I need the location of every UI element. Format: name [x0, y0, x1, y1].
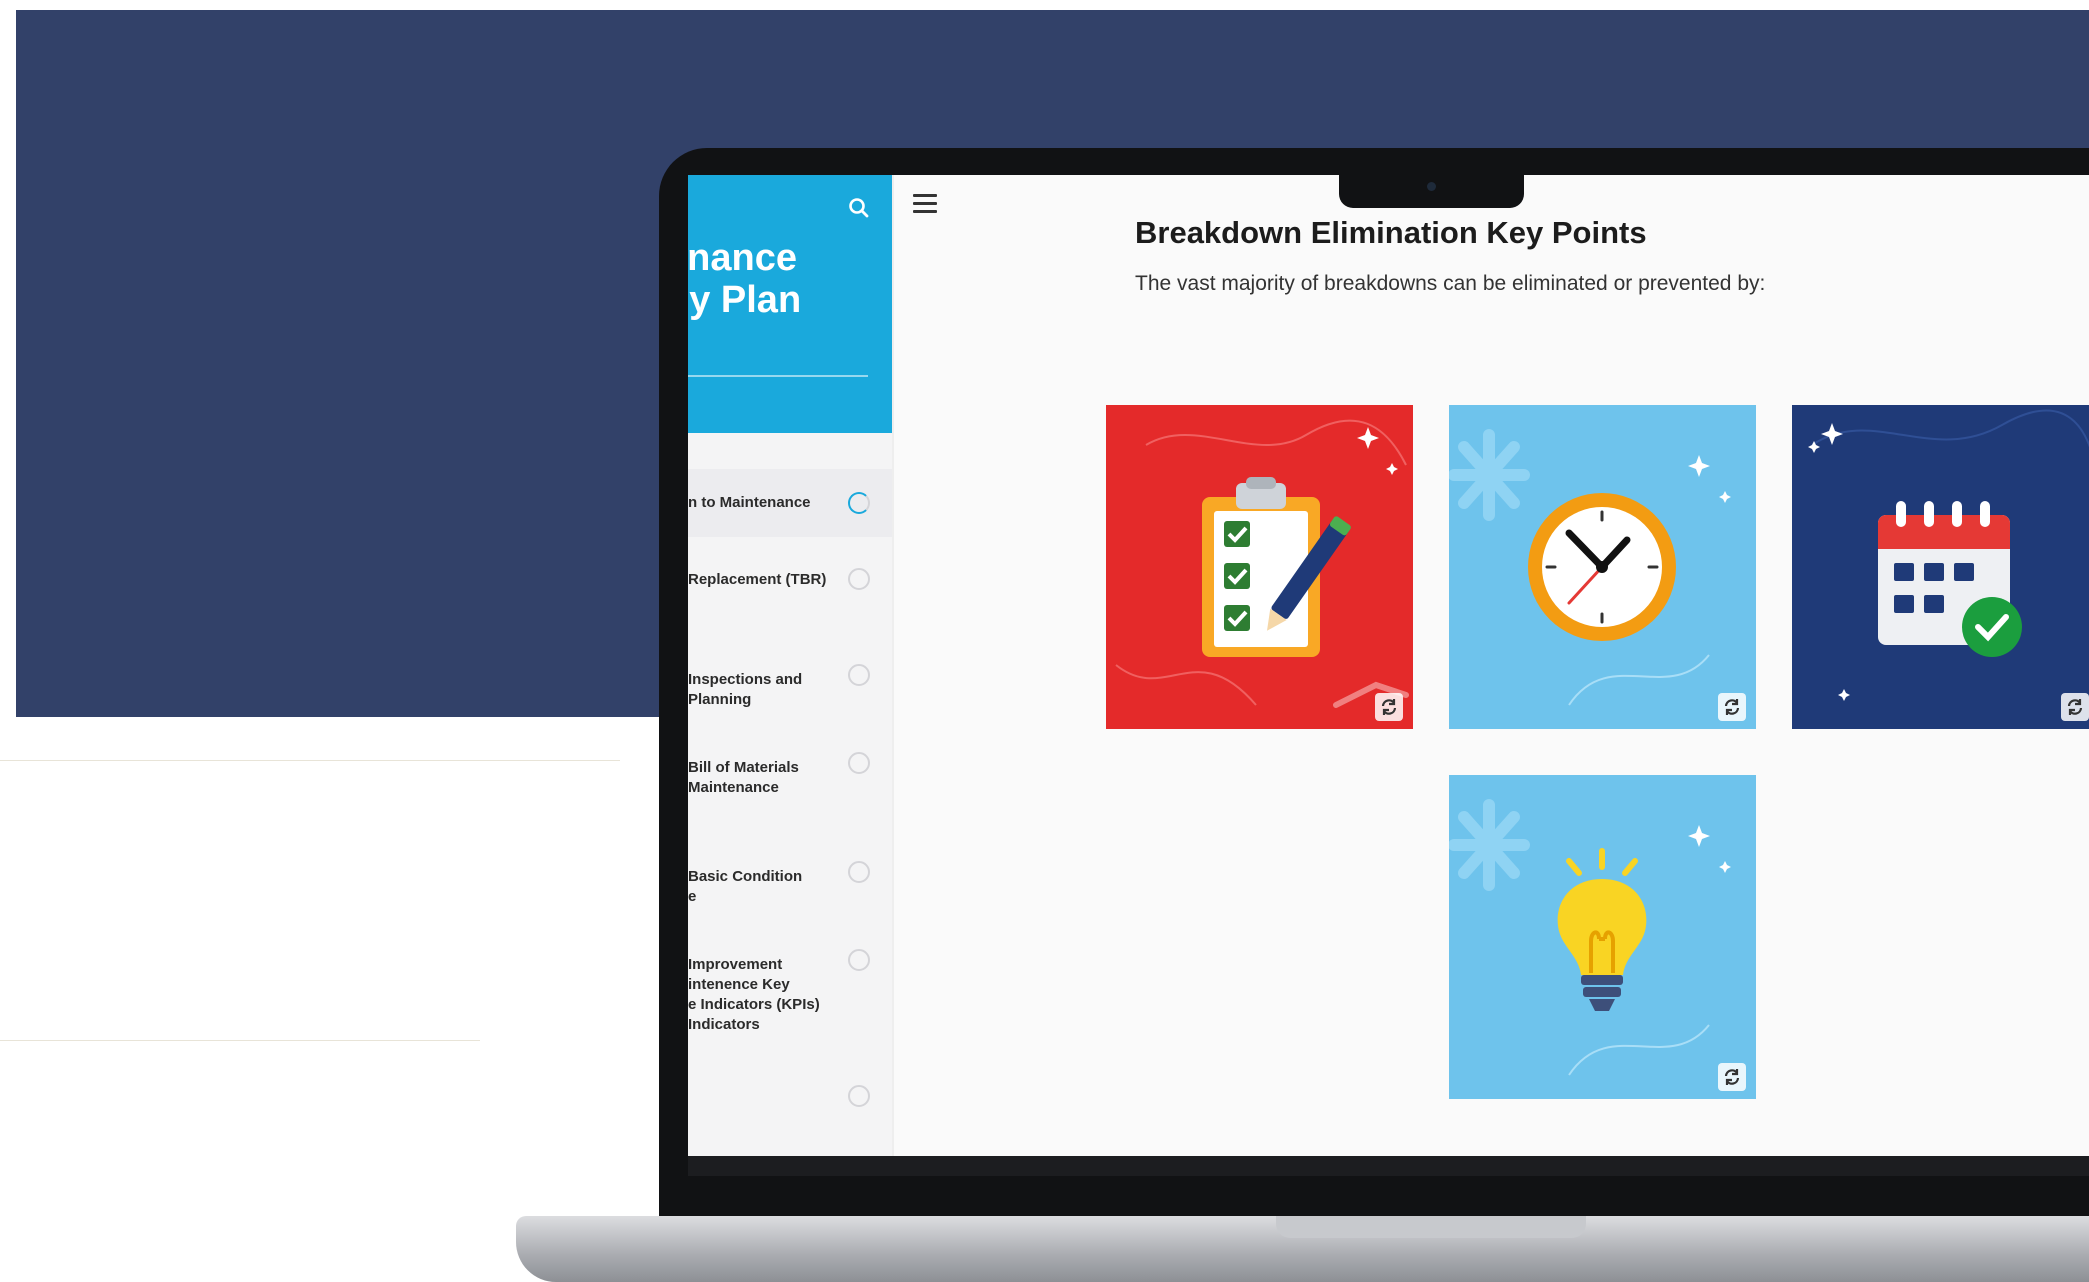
sidebar-item-5[interactable]: Basic Condition e: [688, 861, 892, 917]
refresh-icon: [1724, 699, 1740, 715]
lightbulb-icon: [1449, 799, 1731, 1076]
search-icon: [849, 198, 869, 218]
laptop-bottom-bezel: [688, 1156, 2089, 1176]
progress-rule: [688, 375, 868, 377]
sidebar-item-label: Inspections and Planning: [688, 671, 803, 708]
course-title-line-2: gy Plan: [688, 279, 802, 321]
sidebar-item-label: Basic Condition e: [688, 868, 803, 905]
camera-notch: [1339, 170, 1524, 208]
flip-card-button[interactable]: [1375, 693, 1403, 721]
decorative-line: [0, 760, 620, 761]
flip-card-button[interactable]: [2061, 693, 2089, 721]
flip-card-button[interactable]: [1718, 1063, 1746, 1091]
course-title-line-1: enance: [688, 237, 797, 279]
refresh-icon: [1724, 1069, 1740, 1085]
sidebar-item-label: Bill of Materials Maintenance: [688, 759, 799, 796]
progress-indicator-icon: [848, 752, 870, 774]
progress-indicator-icon: [848, 1085, 870, 1107]
page-title: Breakdown Elimination Key Points: [1135, 215, 1647, 250]
progress-indicator-icon: [848, 949, 870, 971]
flip-card-checklist[interactable]: [1106, 405, 1413, 729]
flip-card-lightbulb[interactable]: [1449, 775, 1756, 1099]
sidebar-item-label: Improvement intenence Key e Indicators (…: [688, 956, 820, 1033]
flip-card-button[interactable]: [1718, 693, 1746, 721]
search-button[interactable]: [844, 193, 874, 223]
progress-indicator-icon: [848, 861, 870, 883]
progress-indicator-icon: [848, 492, 870, 514]
page-subtitle: The vast majority of breakdowns can be e…: [1135, 272, 1766, 295]
sidebar-item-label: Replacement (TBR): [688, 571, 827, 588]
refresh-icon: [2067, 699, 2083, 715]
course-title: enance gy Plan: [688, 237, 892, 321]
hamburger-icon-bar: [913, 210, 937, 213]
sidebar-item-6[interactable]: Improvement intenence Key e Indicators (…: [688, 949, 892, 1045]
clock-icon: [1449, 429, 1731, 706]
flip-card-clock[interactable]: [1449, 405, 1756, 729]
hamburger-icon: [913, 194, 937, 197]
course-sidebar: enance gy Plan n to Maintenance Replacem…: [688, 175, 892, 1156]
progress-indicator-icon: [848, 664, 870, 686]
flip-card-calendar[interactable]: [1792, 405, 2089, 729]
laptop-base-notch: [1276, 1216, 1586, 1238]
sidebar-item-label: n to Maintenance: [688, 494, 811, 511]
sidebar-divider: [892, 175, 894, 1156]
sidebar-item-1[interactable]: n to Maintenance: [688, 469, 892, 537]
decorative-line: [0, 1040, 480, 1041]
refresh-icon: [1381, 699, 1397, 715]
menu-button[interactable]: [910, 189, 940, 219]
progress-indicator-icon: [848, 568, 870, 590]
hamburger-icon-bar: [913, 202, 937, 205]
sidebar-header: enance gy Plan: [688, 175, 892, 433]
sidebar-item-4[interactable]: Bill of Materials Maintenance: [688, 752, 892, 808]
sidebar-item-7[interactable]: [688, 1081, 892, 1121]
calendar-check-icon: [1808, 409, 2089, 701]
clipboard-checklist-icon: [1115, 419, 1409, 708]
sidebar-item-2[interactable]: Replacement (TBR): [688, 568, 892, 610]
sidebar-item-3[interactable]: Inspections and Planning: [688, 664, 892, 720]
app-screen: enance gy Plan n to Maintenance Replacem…: [688, 175, 2089, 1156]
camera-icon: [1427, 182, 1436, 191]
